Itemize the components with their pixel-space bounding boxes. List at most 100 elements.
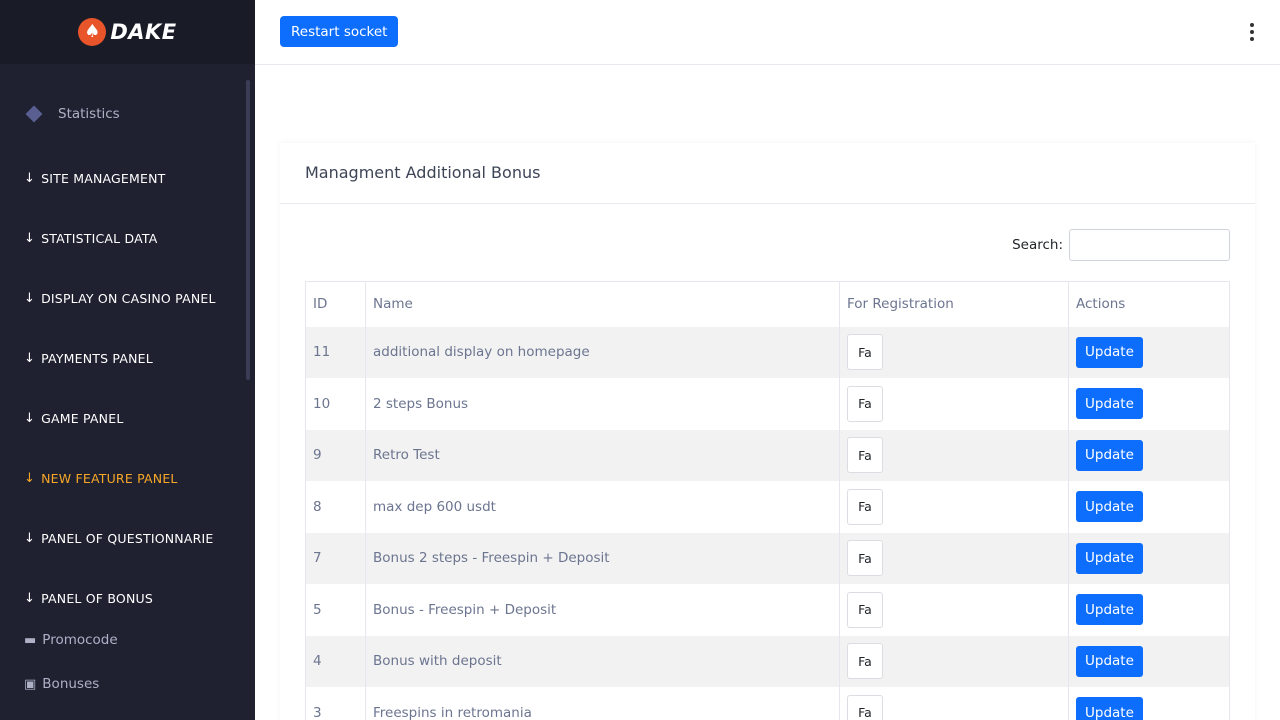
cell-name: 2 steps Bonus [365,378,840,430]
cell-registration: Fa [839,532,1069,584]
page-title: Managment Additional Bonus [305,163,541,182]
registration-field[interactable]: Fa [847,540,883,577]
column-header-id[interactable]: ID [305,281,366,327]
cell-id: 5 [305,584,366,636]
cell-actions: Update [1068,635,1230,687]
spade-icon: ♠ [78,18,107,46]
cell-name: Bonus - Freespin + Deposit [365,584,840,636]
cell-registration: Fa [839,429,1069,481]
sidebar-section-display-on-casino-panel[interactable]: ↓ DISPLAY ON CASINO PANEL [24,291,216,306]
sidebar-item-promocode[interactable]: ▬ Promocode [24,632,118,648]
cell-registration: Fa [839,635,1069,687]
cell-id: 8 [305,481,366,533]
sidebar-scrollbar[interactable] [246,80,250,380]
cell-actions: Update [1068,481,1230,533]
sidebar-item-statistics[interactable]: Statistics [24,105,120,123]
column-header-actions[interactable]: Actions [1068,281,1230,327]
cell-name: Freespins in retromania [365,687,840,720]
cell-name: Retro Test [365,429,840,481]
cell-actions: Update [1068,378,1230,430]
table-row: 11 additional display on homepage Fa Upd… [305,326,1230,378]
table-row: 8 max dep 600 usdt Fa Update [305,481,1230,533]
sidebar-section-new-feature-panel[interactable]: ↓ NEW FEATURE PANEL [24,471,178,486]
registration-field[interactable]: Fa [847,694,883,720]
table-row: 4 Bonus with deposit Fa Update [305,635,1230,687]
sidebar-section-game-panel[interactable]: ↓ GAME PANEL [24,411,124,426]
arrow-down-icon: ↓ [24,171,36,186]
cell-actions: Update [1068,532,1230,584]
cell-id: 4 [305,635,366,687]
kebab-menu-icon[interactable] [1250,23,1254,41]
table-row: 5 Bonus - Freespin + Deposit Fa Update [305,584,1230,636]
arrow-down-icon: ↓ [24,411,36,426]
cell-registration: Fa [839,326,1069,378]
sidebar-section-label: PANEL OF BONUS [41,591,154,606]
card-header: Managment Additional Bonus [280,143,1255,204]
update-button[interactable]: Update [1076,542,1143,574]
search-input[interactable] [1069,229,1230,261]
registration-field[interactable]: Fa [847,643,883,680]
update-button[interactable]: Update [1076,645,1143,677]
update-button[interactable]: Update [1076,439,1143,471]
update-button[interactable]: Update [1076,491,1143,523]
arrow-down-icon: ↓ [24,231,36,246]
registration-field[interactable]: Fa [847,334,883,371]
arrow-down-icon: ↓ [24,591,36,606]
sidebar-section-panel-of-bonus[interactable]: ↓ PANEL OF BONUS [24,591,153,606]
update-button[interactable]: Update [1076,336,1143,368]
cell-registration: Fa [839,687,1069,720]
cell-id: 3 [305,687,366,720]
sidebar: ♠ DAKE Statistics ↓ SITE MANAGEMENT ↓ ST… [0,0,255,720]
sidebar-item-label: Statistics [58,106,120,122]
registration-field[interactable]: Fa [847,385,883,422]
cell-actions: Update [1068,687,1230,720]
cell-id: 11 [305,326,366,378]
table-row: 10 2 steps Bonus Fa Update [305,378,1230,430]
arrow-down-icon: ↓ [24,531,36,546]
cell-actions: Update [1068,429,1230,481]
table-row: 7 Bonus 2 steps - Freespin + Deposit Fa … [305,532,1230,584]
sidebar-section-site-management[interactable]: ↓ SITE MANAGEMENT [24,171,166,186]
cell-actions: Update [1068,584,1230,636]
update-button[interactable]: Update [1076,388,1143,420]
bonus-management-card: Managment Additional Bonus Search: ID Na… [280,143,1255,720]
cell-name: Bonus 2 steps - Freespin + Deposit [365,532,840,584]
search-label: Search: [1012,237,1063,253]
sidebar-section-label: PAYMENTS PANEL [41,351,153,366]
sidebar-section-label: STATISTICAL DATA [41,231,158,246]
cell-name: additional display on homepage [365,326,840,378]
table-header-row: ID Name For Registration Actions [305,281,1230,327]
cell-registration: Fa [839,378,1069,430]
update-button[interactable]: Update [1076,697,1143,720]
sidebar-item-bonuses[interactable]: ▣ Bonuses [24,676,99,692]
gift-icon: ▣ [24,676,37,692]
sidebar-section-panel-of-questionnarie[interactable]: ↓ PANEL OF QUESTIONNARIE [24,531,213,546]
registration-field[interactable]: Fa [847,591,883,628]
arrow-down-icon: ↓ [24,291,36,306]
sidebar-section-payments-panel[interactable]: ↓ PAYMENTS PANEL [24,351,153,366]
sidebar-section-label: GAME PANEL [41,411,124,426]
search-row: Search: [1012,229,1230,261]
cell-registration: Fa [839,584,1069,636]
sidebar-section-label: NEW FEATURE PANEL [41,471,178,486]
registration-field[interactable]: Fa [847,437,883,474]
cell-registration: Fa [839,481,1069,533]
column-header-for-registration[interactable]: For Registration [839,281,1069,327]
cell-name: max dep 600 usdt [365,481,840,533]
table-row: 9 Retro Test Fa Update [305,429,1230,481]
column-header-name[interactable]: Name [365,281,840,327]
cell-id: 9 [305,429,366,481]
sidebar-section-statistical-data[interactable]: ↓ STATISTICAL DATA [24,231,157,246]
ticket-icon: ▬ [24,632,37,648]
table-row: 3 Freespins in retromania Fa Update [305,687,1230,720]
top-bar: Restart socket [255,0,1280,65]
restart-socket-button[interactable]: Restart socket [280,16,399,47]
arrow-down-icon: ↓ [24,471,36,486]
cell-id: 7 [305,532,366,584]
registration-field[interactable]: Fa [847,488,883,525]
sidebar-section-label: SITE MANAGEMENT [41,171,166,186]
arrow-down-icon: ↓ [24,351,36,366]
cell-name: Bonus with deposit [365,635,840,687]
update-button[interactable]: Update [1076,594,1143,626]
brand-logo[interactable]: ♠ DAKE [0,0,255,64]
